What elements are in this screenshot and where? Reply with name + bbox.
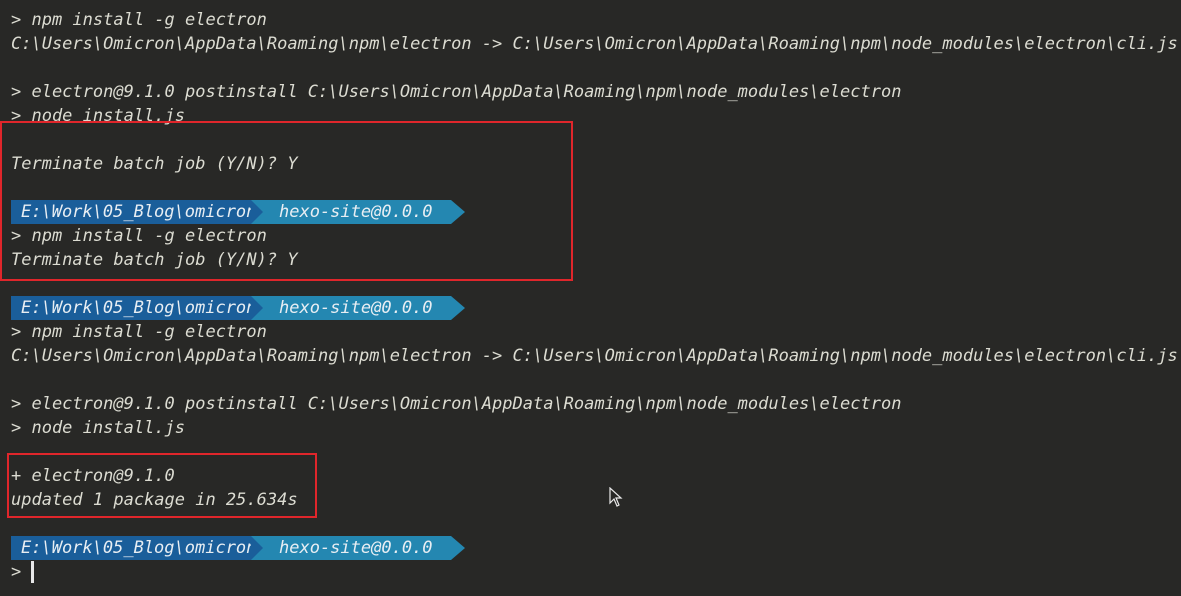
prompt-package-segment: hexo-site@0.0.0 xyxy=(251,536,465,560)
terminal-line: > electron@9.1.0 postinstall C:\Users\Om… xyxy=(11,394,902,414)
terminal-line: > npm install -g electron xyxy=(11,10,267,30)
mouse-pointer-icon xyxy=(609,487,623,507)
input-prompt-symbol: > xyxy=(11,562,22,582)
terminal-window[interactable]: > npm install -g electron C:\Users\Omicr… xyxy=(0,0,1181,596)
prompt-package-segment: hexo-site@0.0.0 xyxy=(251,296,465,320)
terminal-line: > electron@9.1.0 postinstall C:\Users\Om… xyxy=(11,82,902,102)
highlight-box-terminated xyxy=(0,121,573,281)
shell-prompt: E:\Work\05_Blog\omicron hexo-site@0.0.0 xyxy=(11,536,465,560)
terminal-line: C:\Users\Omicron\AppData\Roaming\npm\ele… xyxy=(11,346,1178,366)
shell-prompt: E:\Work\05_Blog\omicron hexo-site@0.0.0 xyxy=(11,296,465,320)
terminal-line: > npm install -g electron xyxy=(11,322,267,342)
highlight-box-success xyxy=(7,453,317,518)
prompt-path-segment: E:\Work\05_Blog\omicron xyxy=(11,296,263,320)
text-cursor[interactable] xyxy=(31,561,34,583)
terminal-line: > node install.js xyxy=(11,418,185,438)
terminal-line: C:\Users\Omicron\AppData\Roaming\npm\ele… xyxy=(11,34,1178,54)
prompt-path-segment: E:\Work\05_Blog\omicron xyxy=(11,536,263,560)
